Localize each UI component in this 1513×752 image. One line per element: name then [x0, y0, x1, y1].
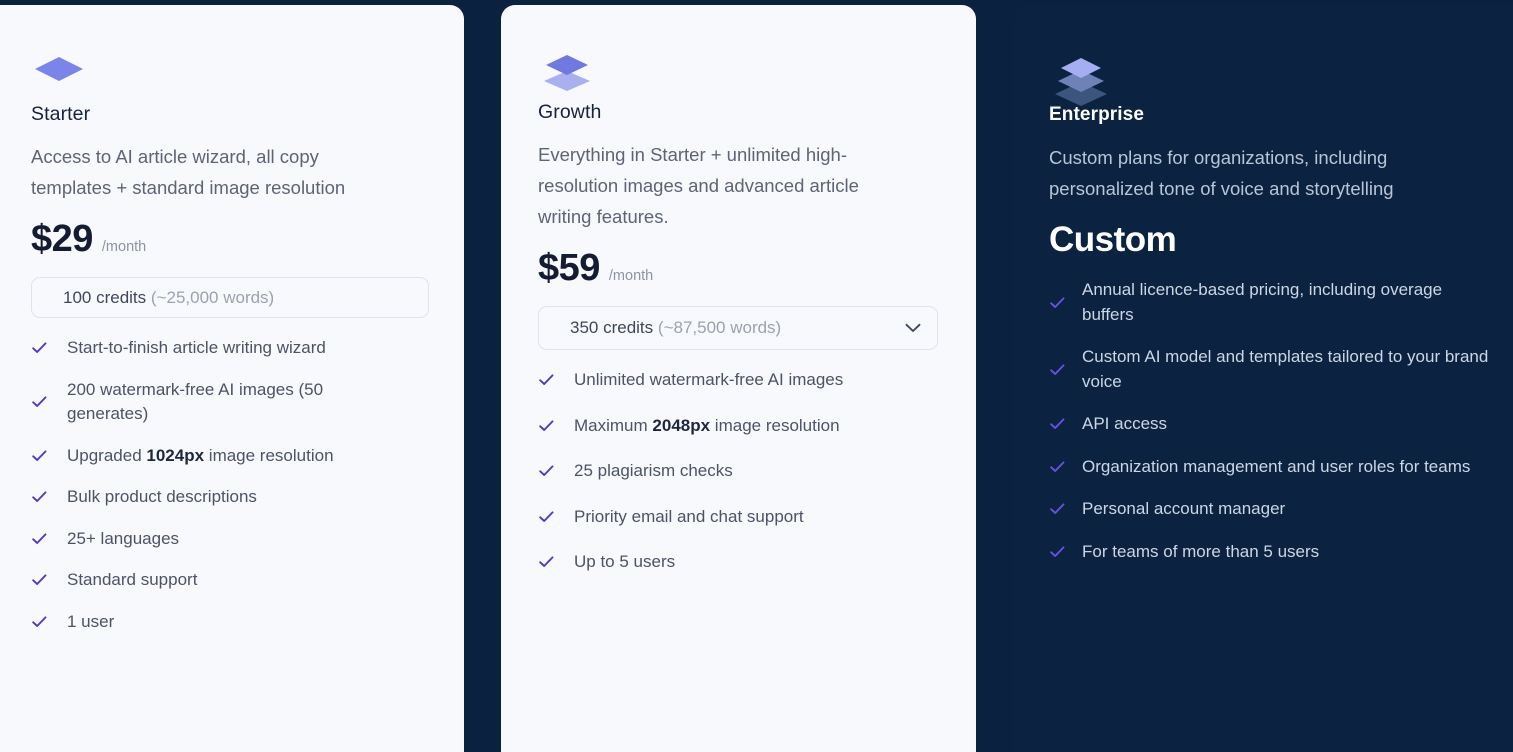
pricing-card-starter: Starter Access to AI article wizard, all…: [0, 5, 464, 752]
credits-words-starter: (~25,000 words): [150, 287, 275, 307]
plan-title-enterprise: Enterprise: [1049, 104, 1144, 125]
feature-text: Unlimited watermark-free AI images: [574, 370, 844, 389]
feature-item: API access: [1049, 412, 1513, 437]
feature-text: Bulk product descriptions: [67, 487, 257, 506]
feature-item: Priority email and chat support: [538, 505, 934, 530]
check-icon: [1049, 296, 1065, 309]
feature-text: Upgraded 1024px image resolution: [67, 445, 334, 465]
check-icon: [538, 374, 554, 386]
check-icon: [1049, 546, 1065, 558]
feature-item: 200 watermark-free AI images (50 generat…: [31, 378, 427, 427]
check-icon: [31, 342, 47, 354]
pricing-card-growth: Growth Everything in Starter + unlimited…: [501, 5, 976, 752]
feature-item: 25 plagiarism checks: [538, 459, 934, 484]
credits-label-starter: 100 credits (~25,000 words): [63, 288, 274, 308]
feature-text: 1 user: [67, 611, 115, 631]
plan-title-starter: Starter: [31, 103, 91, 125]
check-icon: [31, 574, 47, 586]
plan-description-growth: Everything in Starter + unlimited high-r…: [538, 144, 859, 227]
check-icon: [31, 491, 47, 503]
feature-list-enterprise: Annual licence-based pricing, including …: [1049, 278, 1513, 564]
feature-text: 25+ languages: [67, 528, 180, 548]
feature-text: Personal account manager: [1082, 499, 1286, 518]
feature-text: Annual licence-based pricing, including …: [1082, 280, 1443, 324]
plan-price-row-starter: $29 /month: [31, 217, 427, 261]
feature-text: Custom AI model and templates tailored t…: [1082, 347, 1489, 391]
pricing-card-enterprise: Enterprise Custom plans for organization…: [1014, 5, 1513, 752]
check-icon: [1049, 418, 1065, 430]
feature-item: Start-to-finish article writing wizard: [31, 336, 427, 361]
feature-item: Organization management and user roles f…: [1049, 455, 1513, 480]
credits-words-growth: (~87,500 words): [657, 318, 782, 337]
plan-price-period-starter: /month: [101, 239, 147, 255]
check-icon: [538, 511, 554, 523]
triple-layer-icon: [1049, 52, 1513, 106]
double-layer-icon: [538, 47, 934, 93]
check-icon: [538, 465, 554, 477]
plan-price-row-growth: $59 /month: [538, 246, 934, 290]
feature-item: Bulk product descriptions: [31, 485, 427, 510]
feature-text: Standard support: [67, 570, 198, 589]
check-icon: [1049, 363, 1065, 376]
plan-description-starter: Access to AI article wizard, all copy te…: [31, 146, 346, 198]
feature-text: Up to 5 users: [574, 552, 676, 571]
plan-price-period-growth: /month: [608, 268, 654, 284]
check-icon: [1049, 503, 1065, 515]
plan-title-growth: Growth: [538, 101, 602, 123]
feature-item: 25+ languages: [31, 527, 427, 552]
check-icon: [31, 533, 47, 545]
feature-item: Up to 5 users: [538, 550, 934, 575]
feature-item: Annual licence-based pricing, including …: [1049, 278, 1513, 327]
feature-item: For teams of more than 5 users: [1049, 540, 1513, 565]
check-icon: [31, 396, 47, 408]
feature-text: Organization management and user roles f…: [1082, 456, 1471, 476]
check-icon: [538, 420, 554, 432]
feature-text: 200 watermark-free AI images (50 generat…: [67, 379, 324, 424]
feature-item: Maximum 2048px image resolution: [538, 414, 934, 439]
check-icon: [31, 450, 47, 462]
plan-price-growth: $59: [538, 247, 600, 289]
credits-dropdown-growth[interactable]: 350 credits (~87,500 words): [538, 306, 938, 350]
check-icon: [1049, 461, 1065, 473]
plan-price-starter: $29: [31, 218, 93, 260]
feature-item: Standard support: [31, 568, 427, 593]
check-icon: [538, 556, 554, 568]
feature-item: Personal account manager: [1049, 497, 1513, 522]
credits-label-growth: 350 credits (~87,500 words): [570, 318, 781, 338]
feature-item: 1 user: [31, 610, 427, 635]
plan-price-row-enterprise: Custom: [1049, 218, 1513, 262]
feature-text: API access: [1082, 414, 1168, 433]
credits-amount-growth: 350 credits: [570, 318, 654, 337]
feature-text: Maximum 2048px image resolution: [574, 415, 840, 435]
check-icon: [31, 616, 47, 628]
pricing-plans-container: Starter Access to AI article wizard, all…: [0, 0, 1513, 752]
feature-text: For teams of more than 5 users: [1082, 541, 1320, 561]
plan-description-enterprise: Custom plans for organizations, includin…: [1049, 147, 1394, 199]
feature-list-starter: Start-to-finish article writing wizard 2…: [31, 336, 427, 634]
credits-selector-starter[interactable]: 100 credits (~25,000 words): [31, 277, 429, 318]
credits-amount-starter: 100 credits: [63, 287, 147, 307]
feature-item: Upgraded 1024px image resolution: [31, 444, 427, 469]
feature-text: 25 plagiarism checks: [574, 461, 733, 480]
feature-item: Unlimited watermark-free AI images: [538, 368, 934, 393]
feature-text: Start-to-finish article writing wizard: [67, 338, 326, 357]
chevron-down-icon[interactable]: [905, 323, 921, 333]
feature-list-growth: Unlimited watermark-free AI images Maxim…: [538, 368, 934, 575]
plan-price-enterprise: Custom: [1049, 220, 1177, 259]
feature-item: Custom AI model and templates tailored t…: [1049, 345, 1513, 394]
feature-text: Priority email and chat support: [574, 506, 804, 526]
single-layer-icon: [31, 47, 427, 93]
